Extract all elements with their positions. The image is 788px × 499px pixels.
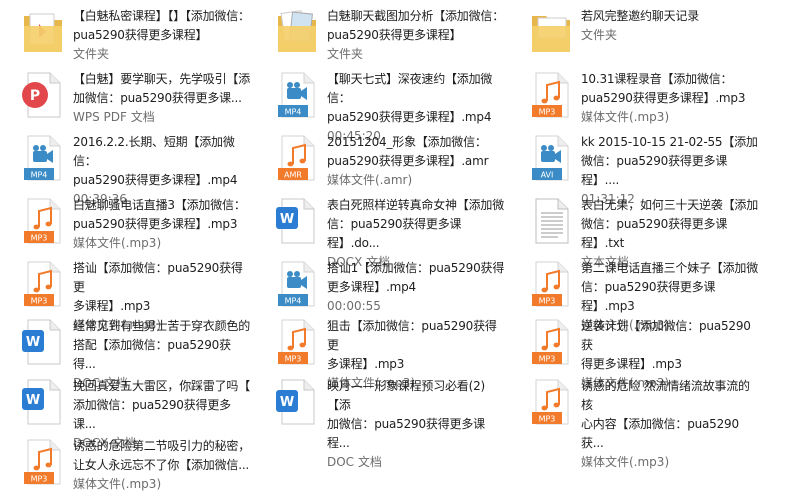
svg-text:MP3: MP3: [539, 108, 556, 117]
folder-icon: [274, 8, 318, 56]
audio-file-icon: MP3: [528, 71, 572, 119]
file-item[interactable]: 若风完整邀约聊天记录 文件夹: [508, 2, 758, 60]
file-type: 媒体文件(.mp3): [581, 110, 670, 124]
video-file-icon: MP4: [274, 260, 318, 308]
svg-text:MP3: MP3: [31, 297, 48, 306]
file-name: 挽回真爱五大雷区，你踩雷了吗【 添加微信：pua5290获得更多课...: [73, 379, 251, 431]
file-name: 【白魅私密课程】【】【添加微信： pua5290获得更多课程】: [73, 9, 250, 42]
svg-text:MP3: MP3: [285, 355, 302, 364]
file-item[interactable]: W 经常见到有些男士苦于穿衣颜色的 搭配【添加微信：pua5290获得... D…: [0, 312, 250, 390]
svg-text:MP3: MP3: [31, 475, 48, 484]
file-item[interactable]: MP3 10.31课程录音【添加微信： pua5290获得更多课程】.mp3 媒…: [508, 65, 758, 124]
file-item[interactable]: W 挽回真爱五大雷区，你踩雷了吗【 添加微信：pua5290获得更多课... D…: [0, 372, 250, 450]
file-type: 文件夹: [73, 47, 110, 61]
file-name: 第二课电话直播三个妹子【添加微 信：pua5290获得更多课程】.mp3: [581, 261, 759, 313]
word-file-icon: W: [20, 378, 64, 426]
file-item[interactable]: 【白魅私密课程】【】【添加微信： pua5290获得更多课程】 文件夹: [0, 2, 250, 61]
file-item[interactable]: 白魅聊天截图加分析【添加微信： pua5290获得更多课程】 文件夹: [254, 2, 505, 61]
video-file-icon: AVI: [528, 134, 572, 182]
audio-file-icon: MP3: [20, 438, 64, 486]
svg-text:AMR: AMR: [284, 171, 302, 180]
file-type: 媒体文件(.amr): [327, 173, 413, 187]
file-name: 搭讪【添加微信：pua5290获得更 多课程】.mp3: [73, 261, 243, 313]
file-name: 白魅聊骚电话直播3【添加微信： pua5290获得更多课程】.mp3: [73, 198, 246, 231]
file-name: 2016.2.2.长期、短期【添加微信： pua5290获得更多课程】.mp4: [73, 135, 238, 187]
svg-text:MP4: MP4: [285, 297, 302, 306]
audio-file-icon: MP3: [528, 378, 572, 426]
file-item[interactable]: MP3 逆袭计划【添加微信：pua5290获 得更多课程】.mp3 媒体文件(.…: [508, 312, 758, 390]
file-item[interactable]: W 表白死照样逆转真命女神【添加微 信：pua5290获得更多课程】.do...…: [254, 191, 504, 269]
file-type: 媒体文件(.mp3): [73, 236, 162, 250]
file-item[interactable]: MP3 诱惑的危险 然流情绪流故事流的核 心内容【添加微信：pua5290获..…: [508, 372, 758, 469]
svg-text:W: W: [280, 212, 294, 227]
file-type: 媒体文件(.mp3): [73, 477, 162, 491]
audio-file-icon: AMR: [274, 134, 318, 182]
file-item[interactable]: MP4 2016.2.2.长期、短期【添加微信： pua5290获得更多课程】.…: [0, 128, 250, 206]
video-file-icon: MP4: [274, 71, 318, 119]
file-item[interactable]: MP3 诱惑的危险第二节吸引力的秘密， 让女人永远忘不了你【添加微信... 媒体…: [0, 432, 251, 491]
folder-icon: [20, 8, 64, 56]
file-grid: 【白魅私密课程】【】【添加微信： pua5290获得更多课程】 文件夹 白魅聊天…: [0, 0, 788, 499]
audio-file-icon: MP3: [528, 260, 572, 308]
pdf-file-icon: P: [20, 71, 64, 119]
file-item[interactable]: MP3 第二课电话直播三个妹子【添加微 信：pua5290获得更多课程】.mp3…: [508, 254, 758, 332]
file-item[interactable]: MP3 白魅聊骚电话直播3【添加微信： pua5290获得更多课程】.mp3 媒…: [0, 191, 250, 250]
file-name: 狙击【添加微信：pua5290获得更 多课程】.mp3: [327, 319, 497, 371]
svg-text:MP3: MP3: [539, 415, 556, 424]
file-type: 文件夹: [581, 28, 618, 42]
file-name: 搭讪1【添加微信：pua5290获得 更多课程】.mp4: [327, 261, 505, 294]
file-name: 映月——形象课程预习必看(2)【添 加微信：pua5290获得更多课程...: [327, 379, 485, 450]
file-type: WPS PDF 文档: [73, 110, 155, 124]
word-file-icon: W: [274, 197, 318, 245]
svg-text:MP4: MP4: [285, 108, 302, 117]
svg-text:W: W: [26, 335, 40, 350]
file-name: 经常见到有些男士苦于穿衣颜色的 搭配【添加微信：pua5290获得...: [73, 319, 251, 371]
file-name: kk 2015-10-15 21-02-55【添加 微信：pua5290获得更多…: [581, 135, 758, 187]
audio-file-icon: MP3: [528, 318, 572, 366]
file-type: DOC 文档: [327, 455, 382, 469]
svg-text:AVI: AVI: [541, 171, 554, 180]
svg-text:MP3: MP3: [539, 355, 556, 364]
file-name: 10.31课程录音【添加微信： pua5290获得更多课程】.mp3: [581, 72, 746, 105]
svg-text:W: W: [26, 393, 40, 408]
file-name: 表白无果，如何三十天逆袭【添加 微信：pua5290获得更多课程】.txt: [581, 198, 759, 250]
file-item[interactable]: P 【白魅】要学聊天，先学吸引【添 加微信：pua5290获得更多课... WP…: [0, 65, 251, 124]
file-name: 【聊天七式】深夜速约【添加微信： pua5290获得更多课程】.mp4: [327, 72, 493, 124]
file-name: 逆袭计划【添加微信：pua5290获 得更多课程】.mp3: [581, 319, 751, 371]
file-item[interactable]: W 映月——形象课程预习必看(2)【添 加微信：pua5290获得更多课程...…: [254, 372, 504, 469]
audio-file-icon: MP3: [274, 318, 318, 366]
file-name: 诱惑的危险第二节吸引力的秘密， 让女人永远忘不了你【添加微信...: [73, 439, 251, 472]
svg-text:W: W: [280, 395, 294, 410]
file-type: 媒体文件(.mp3): [581, 455, 670, 469]
file-item[interactable]: MP4 搭讪1【添加微信：pua5290获得 更多课程】.mp4 00:00:5…: [254, 254, 505, 313]
file-item[interactable]: AVI kk 2015-10-15 21-02-55【添加 微信：pua5290…: [508, 128, 758, 206]
file-name: 白魅聊天截图加分析【添加微信： pua5290获得更多课程】: [327, 9, 505, 42]
file-item[interactable]: MP3 搭讪【添加微信：pua5290获得更 多课程】.mp3 媒体文件(.mp…: [0, 254, 250, 332]
file-item[interactable]: MP3 狙击【添加微信：pua5290获得更 多课程】.mp3 媒体文件(.mp…: [254, 312, 504, 390]
file-item[interactable]: 表白无果，如何三十天逆袭【添加 微信：pua5290获得更多课程】.txt 文本…: [508, 191, 758, 269]
file-name: 表白死照样逆转真命女神【添加微 信：pua5290获得更多课程】.do...: [327, 198, 505, 250]
audio-file-icon: MP3: [20, 260, 64, 308]
file-name: 诱惑的危险 然流情绪流故事流的核 心内容【添加微信：pua5290获...: [581, 379, 750, 450]
file-name: 【白魅】要学聊天，先学吸引【添 加微信：pua5290获得更多课...: [73, 72, 251, 105]
svg-text:MP4: MP4: [31, 171, 48, 180]
svg-text:P: P: [30, 88, 40, 104]
file-item[interactable]: MP4 【聊天七式】深夜速约【添加微信： pua5290获得更多课程】.mp4 …: [254, 65, 504, 143]
svg-text:MP3: MP3: [539, 297, 556, 306]
file-item[interactable]: AMR 20151204_形象【添加微信： pua5290获得更多课程】.amr…: [254, 128, 504, 187]
text-file-icon: [528, 197, 572, 245]
word-file-icon: W: [20, 318, 64, 366]
word-file-icon: W: [274, 378, 318, 426]
audio-file-icon: MP3: [20, 197, 64, 245]
file-type: 文件夹: [327, 47, 364, 61]
file-name: 若风完整邀约聊天记录: [581, 9, 700, 23]
file-name: 20151204_形象【添加微信： pua5290获得更多课程】.amr: [327, 135, 489, 168]
video-file-icon: MP4: [20, 134, 64, 182]
folder-icon: [528, 8, 572, 56]
svg-text:MP3: MP3: [31, 234, 48, 243]
